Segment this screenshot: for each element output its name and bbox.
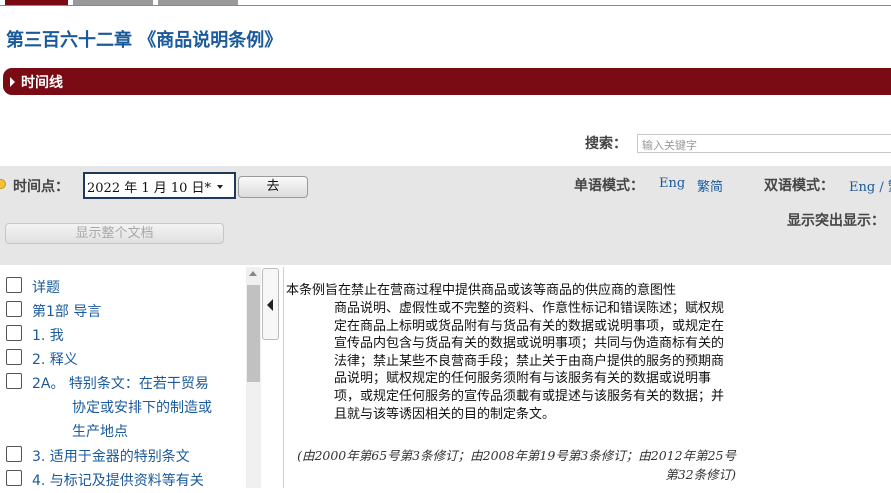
- date-select-value: 2022 年 1 月 10 日*: [87, 181, 212, 196]
- caret-down-icon: [217, 185, 223, 189]
- search-label: 搜索：: [585, 136, 627, 152]
- toc-item-label[interactable]: 2. 释义: [32, 348, 78, 372]
- toc-checkbox[interactable]: [6, 325, 22, 341]
- collapse-sidebar-button[interactable]: [262, 268, 279, 340]
- monolingual-chinese-link[interactable]: 繁简: [697, 176, 723, 195]
- bilingual-label: 双语模式：: [764, 178, 834, 194]
- highlight-label: 显示突出显示：: [787, 213, 885, 229]
- content-divider: [283, 267, 284, 488]
- tab-strip-line: [0, 5, 891, 6]
- toc-checkbox[interactable]: [6, 446, 22, 462]
- top-tab-strip: [0, 0, 891, 6]
- toc-item-label[interactable]: 1. 我: [32, 324, 64, 348]
- bilingual-link[interactable]: Eng / 繁: [849, 176, 891, 195]
- scroll-up-arrow-icon[interactable]: [249, 271, 257, 276]
- date-select[interactable]: 2022 年 1 月 10 日*: [83, 172, 236, 199]
- toc-item-label[interactable]: 第1部 导言: [32, 300, 101, 324]
- toc-checkbox[interactable]: [6, 470, 22, 486]
- toc-item-label[interactable]: 详题: [32, 276, 60, 300]
- long-title-first-line: 本条例旨在禁止在营商过程中提供商品或该等商品的供应商的意图性: [286, 283, 677, 298]
- show-full-document-button[interactable]: 显示整个文档: [5, 223, 224, 244]
- toc-item-label[interactable]: 生产地点: [72, 420, 128, 444]
- timepoint-label: 时间点：: [13, 179, 69, 195]
- triangle-right-icon: [10, 77, 15, 87]
- toc-checkbox[interactable]: [6, 373, 22, 389]
- toc-item-label[interactable]: 2A。 特别条文：在若干贸易: [32, 372, 209, 396]
- table-of-contents: 详题 第1部 导言 1. 我 2. 释义 2A。 特别条文：在若干贸易 协定或安…: [0, 267, 260, 489]
- page-title: 第三百六十二章 《商品说明条例》: [6, 30, 283, 51]
- go-button[interactable]: 去: [238, 176, 308, 198]
- search-input[interactable]: 输入关键字: [637, 134, 891, 153]
- toc-checkbox[interactable]: [6, 349, 22, 365]
- toc-scroll-thumb[interactable]: [247, 285, 260, 382]
- monolingual-label: 单语模式：: [574, 178, 644, 194]
- toc-item-label[interactable]: 协定或安排下的制造或: [72, 396, 212, 420]
- timeline-header[interactable]: 时间线: [3, 68, 891, 95]
- toc-item-label[interactable]: 4. 与标记及提供资料等有关: [32, 469, 204, 493]
- toc-checkbox[interactable]: [6, 301, 22, 317]
- monolingual-eng-link[interactable]: Eng: [659, 176, 685, 191]
- amendment-note: (由2000年第65号第3条修订；由2008年第19号第3条修订；由2012年第…: [297, 448, 736, 482]
- long-title-body: 商品说明、虚假性或不完整的资料、作意性标记和错误陈述；赋权规定在商品上标明或货品…: [334, 301, 725, 422]
- toc-item-label[interactable]: 3. 适用于金器的特别条文: [32, 445, 190, 469]
- triangle-left-icon: [267, 299, 273, 311]
- toc-checkbox[interactable]: [6, 277, 22, 293]
- timeline-label: 时间线: [21, 75, 63, 91]
